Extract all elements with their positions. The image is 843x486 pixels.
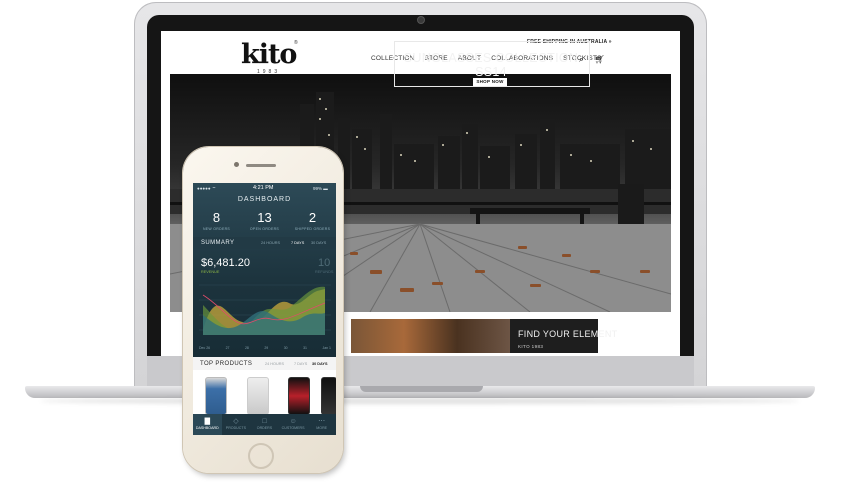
home-button[interactable] [248,443,274,469]
summary-tab-24h[interactable]: 24 HOURS [261,241,280,245]
tab-more-label: MORE [316,426,328,430]
x-tick: Jan 1 [322,346,331,350]
status-battery: 99% ▬ [313,186,328,191]
x-tick: 29 [264,346,269,350]
phone-speaker [246,164,276,167]
x-tick: Dec 26 [199,346,211,350]
revenue-value: $6,481.20 [201,257,250,269]
tab-dashboard[interactable]: ▇ DASHBOARD [193,414,222,435]
top-tab-7d[interactable]: 7 DAYS [294,362,307,366]
revenue-label: REVENUE [201,270,220,274]
promo-image[interactable] [351,319,510,353]
cart-icon: □ [262,418,267,425]
stat-shipped-orders-label: SHIPPED ORDERS [294,227,331,231]
tab-dashboard-label: DASHBOARD [195,426,219,430]
dashboard-title: DASHBOARD [237,196,292,203]
x-tick: 28 [244,346,249,350]
phone-screen: ●●●●● ⌔ 4:21 PM 99% ▬ DASHBOARD 8 13 2 N… [193,183,336,435]
tab-products-label: PRODUCTS [225,426,246,430]
refunds-value: 10 [318,257,331,269]
x-tick: 30 [283,346,288,350]
tab-orders-label: ORDERS [256,426,273,430]
product-thumbnail[interactable] [205,377,227,415]
laptop-base-notch [360,386,483,392]
summary-label: SUMMARY [201,240,235,246]
front-camera-icon [234,162,239,167]
users-icon: ☺ [289,418,297,425]
stat-shipped-orders-value[interactable]: 2 [289,210,336,225]
tag-icon: ◇ [233,418,239,425]
summary-tab-7d[interactable]: 7 DAYS [291,241,304,245]
site-logo[interactable]: kito [241,39,297,70]
shop-now-button[interactable]: SHOP NOW [473,78,507,86]
product-thumbnail[interactable] [288,377,310,415]
stat-open-orders-value[interactable]: 13 [241,210,288,225]
top-tab-30d[interactable]: 30 DAYS [312,362,327,366]
stat-new-orders-value[interactable]: 8 [193,210,240,225]
camera-icon [418,17,424,23]
tab-customers[interactable]: ☺ CUSTOMERS [279,414,308,435]
top-tab-24h[interactable]: 24 HOURS [265,362,284,366]
refunds-label: REFUNDS [315,270,334,274]
product-thumbnail[interactable] [247,377,269,415]
cart-icon[interactable]: 🛒︎ [594,55,604,65]
more-icon: ⋯ [318,418,326,425]
hero-title: SUNGLASSES COLLECTION SS14 [403,51,579,79]
bottom-tab-bar: ▇ DASHBOARD ◇ PRODUCTS □ ORDERS ☺ CUSTOMERS … [193,414,336,435]
status-time: 4:21 PM [253,185,274,191]
logo-registered-mark: ® [294,40,298,46]
x-tick: 31 [303,346,307,350]
stat-new-orders-label: NEW ORDERS [202,227,231,231]
promo-title: FIND YOUR ELEMENT [518,329,618,339]
summary-tab-30d[interactable]: 30 DAYS [311,241,326,245]
chart-x-axis: Dec 26 27 28 29 30 31 Jan 1 [199,346,331,350]
revenue-area-chart [199,284,331,335]
tab-customers-label: CUSTOMERS [281,426,305,430]
status-carrier: ●●●●● ⌔ [197,186,217,191]
top-products-label: TOP PRODUCTS [200,361,253,367]
tab-products[interactable]: ◇ PRODUCTS [222,414,251,435]
laptop-shadow [40,398,800,404]
product-thumbnail[interactable] [321,377,336,415]
tab-more[interactable]: ⋯ MORE [307,414,336,435]
stat-open-orders-label: OPEN ORDERS [249,227,280,231]
tab-orders[interactable]: □ ORDERS [250,414,279,435]
x-tick: 27 [225,346,230,350]
promo-subtitle: KITO 1983 [518,344,544,349]
chart-icon: ▇ [204,418,210,425]
